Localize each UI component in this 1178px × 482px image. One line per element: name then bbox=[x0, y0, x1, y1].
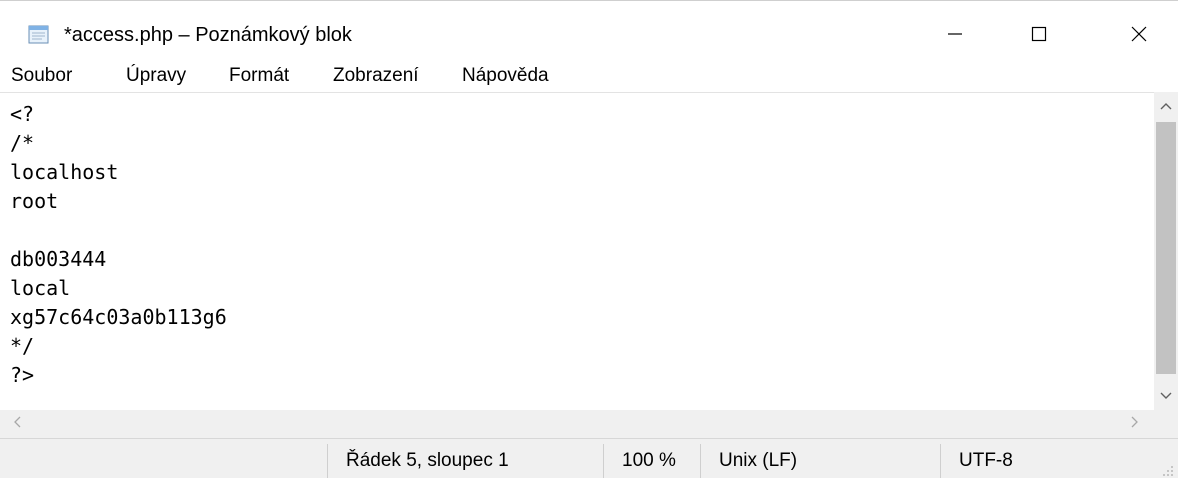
menu-help[interactable]: Nápověda bbox=[462, 64, 549, 88]
vertical-scroll-thumb[interactable] bbox=[1156, 122, 1176, 374]
encoding: UTF-8 bbox=[959, 450, 1013, 471]
editor-line: localhost bbox=[10, 160, 119, 184]
status-divider bbox=[940, 444, 941, 478]
menu-view[interactable]: Zobrazení bbox=[333, 64, 419, 88]
vertical-scrollbar[interactable] bbox=[1154, 92, 1178, 410]
zoom-level: 100 % bbox=[622, 450, 676, 471]
notepad-icon bbox=[28, 24, 50, 44]
status-bar: Řádek 5, sloupec 1 100 % Unix (LF) UTF-8 bbox=[0, 438, 1178, 478]
editor-line: <? bbox=[10, 102, 35, 126]
editor-line: */ bbox=[10, 334, 35, 358]
menu-edit[interactable]: Úpravy bbox=[126, 64, 186, 88]
minimize-icon bbox=[945, 24, 965, 44]
close-icon bbox=[1129, 24, 1149, 44]
status-divider bbox=[327, 444, 328, 478]
close-button[interactable] bbox=[1100, 10, 1178, 58]
editor-line: root bbox=[10, 189, 59, 213]
chevron-right-icon bbox=[1131, 415, 1139, 433]
maximize-button[interactable] bbox=[1000, 10, 1078, 58]
editor-line: xg57c64c03a0b113g6 bbox=[10, 305, 227, 329]
editor-line: /* bbox=[10, 131, 35, 155]
title-bar[interactable]: *access.php – Poznámkový blok bbox=[0, 10, 1178, 58]
editor-line: local bbox=[10, 276, 71, 300]
editor-line: db003444 bbox=[10, 247, 107, 271]
scrollbar-corner bbox=[1154, 410, 1178, 438]
menu-bar: Soubor Úpravy Formát Zobrazení Nápověda bbox=[0, 58, 1178, 92]
status-divider bbox=[700, 444, 701, 478]
scroll-down-button[interactable] bbox=[1154, 384, 1178, 408]
menu-file[interactable]: Soubor bbox=[11, 64, 72, 88]
maximize-icon bbox=[1029, 24, 1049, 44]
window-title: *access.php – Poznámkový blok bbox=[64, 24, 352, 46]
scroll-up-button[interactable] bbox=[1154, 94, 1178, 118]
menu-format[interactable]: Formát bbox=[229, 64, 289, 88]
scroll-right-button[interactable] bbox=[1122, 410, 1148, 438]
cursor-position: Řádek 5, sloupec 1 bbox=[346, 450, 509, 471]
status-divider bbox=[603, 444, 604, 478]
minimize-button[interactable] bbox=[916, 10, 994, 58]
editor-line: ?> bbox=[10, 363, 35, 387]
horizontal-scrollbar[interactable] bbox=[0, 410, 1154, 438]
line-ending: Unix (LF) bbox=[719, 450, 798, 471]
chevron-left-icon bbox=[13, 415, 21, 433]
chevron-up-icon bbox=[1160, 97, 1172, 115]
chevron-down-icon bbox=[1160, 387, 1172, 405]
text-editor[interactable]: <? /* localhost root db003444 local xg57… bbox=[0, 92, 1154, 411]
resize-grip-icon[interactable] bbox=[1160, 463, 1174, 477]
scroll-left-button[interactable] bbox=[4, 410, 30, 438]
